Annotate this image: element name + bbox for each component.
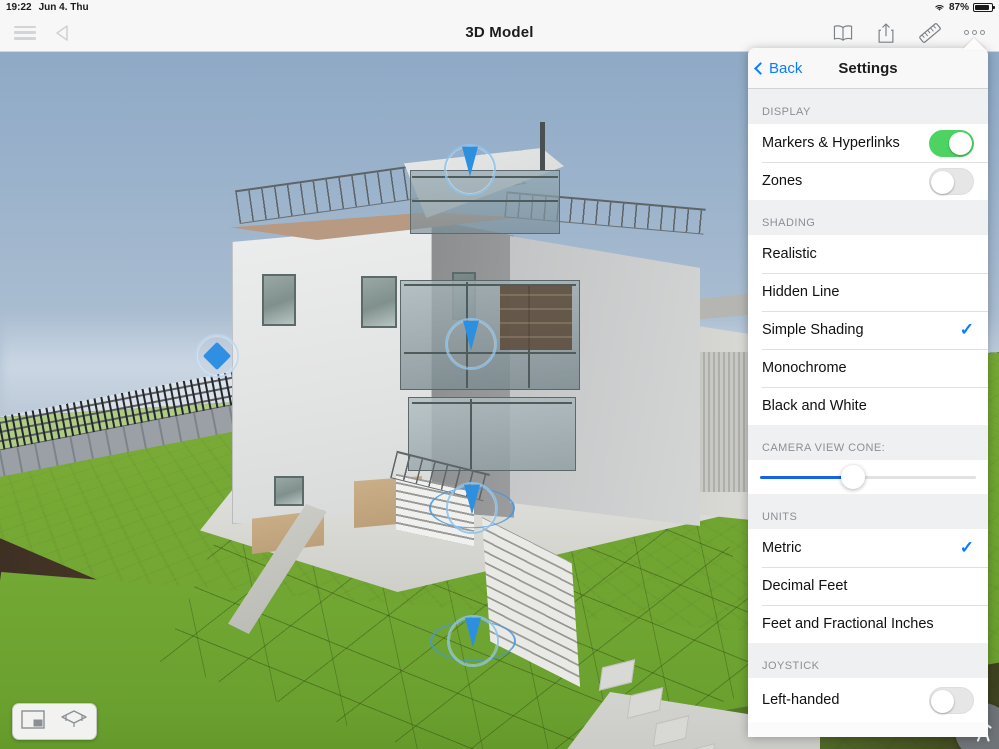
battery-percent: 87%	[948, 1, 969, 13]
popover-header: Back Settings	[748, 48, 988, 89]
roof-chimney	[540, 122, 545, 170]
wifi-icon	[934, 3, 945, 12]
row-label: Markers & Hyperlinks	[762, 135, 900, 151]
popover-title: Settings	[838, 59, 898, 77]
3d-box-icon[interactable]	[60, 708, 88, 735]
status-time: 19:22	[6, 1, 32, 13]
section-header-shading: SHADING	[748, 200, 988, 235]
section-header-units: UNITS	[748, 494, 988, 529]
section-header-joystick: JOYSTICK	[748, 643, 988, 678]
toggle-markers-hyperlinks[interactable]	[929, 129, 974, 157]
row-monochrome[interactable]: Monochrome	[748, 349, 988, 387]
camera-view-cone-slider-row[interactable]	[748, 460, 988, 494]
window	[361, 276, 397, 328]
row-zones[interactable]: Zones	[748, 162, 988, 200]
back-triangle-icon[interactable]	[54, 24, 70, 42]
list-menu-icon[interactable]	[14, 25, 36, 40]
toggle-zones[interactable]	[929, 167, 974, 195]
marker-pin-icon	[462, 146, 478, 177]
share-icon[interactable]	[876, 22, 896, 44]
row-feet-and-fractional-inches[interactable]: Feet and Fractional Inches	[748, 605, 988, 643]
row-label: Feet and Fractional Inches	[762, 616, 934, 632]
section-header-camera-view-cone: CAMERA VIEW CONE:	[748, 425, 988, 460]
interior-bookshelf	[500, 286, 572, 350]
row-label: Left-handed	[762, 692, 840, 708]
row-label: Metric	[762, 540, 802, 556]
window	[274, 476, 304, 506]
more-dots-icon[interactable]	[964, 30, 985, 35]
row-simple-shading[interactable]: Simple Shading ✓	[748, 311, 988, 349]
nav-bar-left	[0, 24, 70, 42]
ruler-icon[interactable]	[918, 22, 942, 44]
row-black-and-white[interactable]: Black and White	[748, 387, 988, 425]
battery-icon	[973, 2, 995, 12]
row-metric[interactable]: Metric ✓	[748, 529, 988, 567]
row-realistic[interactable]: Realistic	[748, 235, 988, 273]
book-icon[interactable]	[832, 24, 854, 42]
settings-popover: Back Settings DISPLAY Markers & Hyperlin…	[748, 48, 988, 737]
toggle-left-handed[interactable]	[929, 686, 974, 714]
row-left-handed[interactable]: Left-handed	[748, 678, 988, 722]
popover-arrow	[962, 38, 986, 50]
checkmark-icon: ✓	[959, 320, 974, 339]
status-bar-left: 19:22 Jun 4. Thu	[0, 2, 89, 13]
slider-track[interactable]	[760, 465, 976, 489]
section-header-display: DISPLAY	[748, 89, 988, 124]
row-label: Monochrome	[762, 360, 847, 376]
status-bar-right: 87%	[934, 2, 999, 13]
row-label: Zones	[762, 173, 803, 189]
row-hidden-line[interactable]: Hidden Line	[748, 273, 988, 311]
checkmark-icon: ✓	[959, 538, 974, 557]
layout-panel-icon[interactable]	[21, 709, 45, 734]
nav-bar: 3D Model	[0, 14, 999, 52]
window	[262, 274, 296, 326]
ipad-screen: 19:22 Jun 4. Thu 87% 3D Model Back Setti…	[0, 0, 999, 749]
row-label: Simple Shading	[762, 322, 864, 338]
status-date: Jun 4. Thu	[38, 1, 89, 13]
row-label: Hidden Line	[762, 284, 840, 300]
row-markers-hyperlinks[interactable]: Markers & Hyperlinks	[748, 124, 988, 162]
row-decimal-feet[interactable]: Decimal Feet	[748, 567, 988, 605]
marker-pin-icon	[464, 484, 480, 515]
view-mode-toggle[interactable]	[12, 703, 97, 740]
slider-fill	[760, 475, 853, 479]
marker-pin-icon	[465, 617, 481, 648]
row-label: Black and White	[762, 398, 867, 414]
row-label: Realistic	[762, 246, 817, 262]
marker-pin-icon	[463, 320, 479, 351]
row-label: Decimal Feet	[762, 578, 848, 594]
slider-thumb[interactable]	[840, 465, 865, 489]
status-bar: 19:22 Jun 4. Thu 87%	[0, 0, 999, 14]
